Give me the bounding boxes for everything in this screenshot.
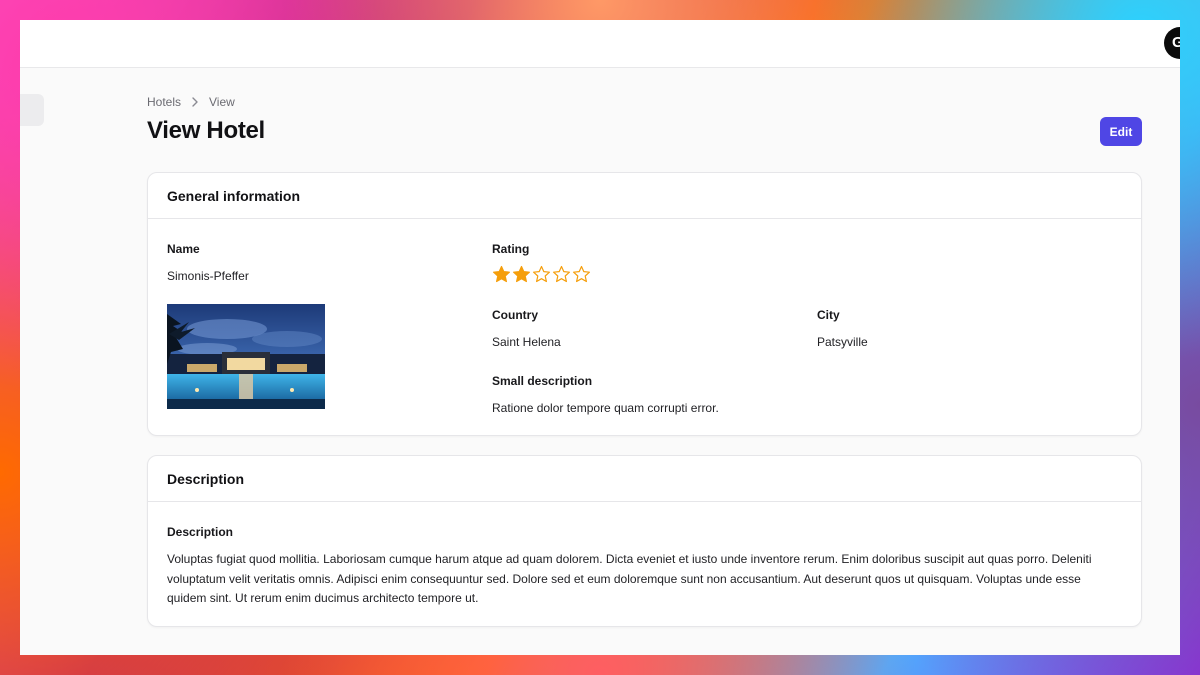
- description-text: Voluptas fugiat quod mollitia. Laboriosa…: [167, 552, 1092, 605]
- breadcrumb: Hotels View: [147, 95, 235, 109]
- breadcrumb-item-view: View: [209, 95, 235, 109]
- city-value: Patsyville: [817, 335, 868, 349]
- star-empty-icon: [552, 265, 571, 284]
- card-header: General information: [148, 173, 1141, 219]
- general-information-card: General information Name Simonis-Pfeffer: [147, 172, 1142, 436]
- card-header: Description: [148, 456, 1141, 502]
- country-label: Country: [492, 308, 538, 322]
- breadcrumb-item-hotels[interactable]: Hotels: [147, 95, 181, 109]
- star-filled-icon: [492, 265, 511, 284]
- name-value: Simonis-Pfeffer: [167, 269, 249, 283]
- country-value: Saint Helena: [492, 335, 561, 349]
- small-description-label: Small description: [492, 374, 593, 388]
- small-description-value: Ratione dolor tempore quam corrupti erro…: [492, 401, 719, 415]
- name-label: Name: [167, 242, 200, 256]
- page-title: View Hotel: [147, 117, 265, 144]
- sidebar-toggle[interactable]: [20, 94, 44, 126]
- chevron-right-icon: [191, 97, 199, 107]
- star-empty-icon: [532, 265, 551, 284]
- description-card: Description Description Voluptas fugiat …: [147, 455, 1142, 627]
- edit-button[interactable]: Edit: [1100, 117, 1142, 146]
- city-label: City: [817, 308, 840, 322]
- app-window: G Hotels View View Hotel Edit General in…: [20, 20, 1180, 655]
- star-filled-icon: [512, 265, 531, 284]
- rating-label: Rating: [492, 242, 530, 256]
- description-label: Description: [167, 525, 234, 539]
- rating-stars: [492, 265, 591, 284]
- hotel-image: [167, 304, 325, 409]
- user-avatar[interactable]: G: [1164, 27, 1180, 59]
- top-bar: G: [20, 20, 1180, 68]
- star-empty-icon: [572, 265, 591, 284]
